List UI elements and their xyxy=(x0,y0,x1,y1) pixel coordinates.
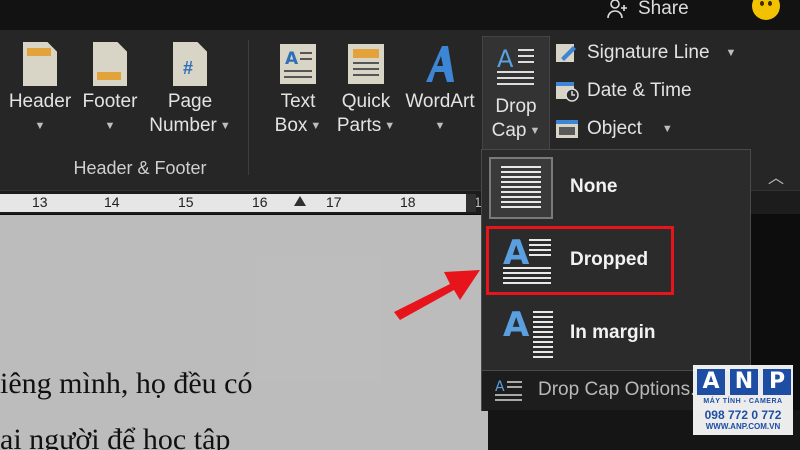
calendar-clock-icon xyxy=(556,82,579,102)
logo-letter-a: A xyxy=(697,369,725,395)
header-dropdown-icon: ▼ xyxy=(34,120,46,132)
drop-cap-options-button[interactable]: A Drop Cap Options... xyxy=(481,371,721,411)
footer-label: Footer xyxy=(82,91,138,112)
option-in-margin-label: In margin xyxy=(570,322,656,343)
svg-text:A: A xyxy=(285,49,299,69)
drop-cap-option-none[interactable]: None xyxy=(482,152,750,222)
signature-line-button[interactable]: Signature Line ▼ xyxy=(555,42,736,64)
document-text-line-2: ai người để học tập xyxy=(0,423,231,450)
object-icon xyxy=(556,120,578,138)
logo-letter-n: N xyxy=(730,369,758,395)
signature-line-label: Signature Line xyxy=(587,42,710,63)
header-button[interactable]: Header ▼ xyxy=(8,42,72,138)
signature-line-dropdown-icon: ▼ xyxy=(725,47,737,59)
wordart-label: WordArt xyxy=(405,91,475,112)
quick-parts-icon xyxy=(348,44,384,84)
signature-pen-icon xyxy=(556,44,576,62)
text-box-dropdown-icon: ▼ xyxy=(310,120,322,132)
ruler-tick-18: 18 xyxy=(400,194,416,210)
share-label: Share xyxy=(638,0,689,19)
none-preview-icon xyxy=(489,157,553,219)
right-margin-marker[interactable] xyxy=(466,194,476,212)
text-box-icon: A xyxy=(280,44,316,84)
wordart-icon xyxy=(426,46,454,82)
header-label: Header xyxy=(8,91,72,112)
drop-cap-option-in-margin[interactable]: A In margin xyxy=(482,298,750,368)
ruler-tick-13: 13 xyxy=(32,194,48,210)
ruler-tick-16: 16 xyxy=(252,194,268,210)
document-page[interactable]: iêng mình, họ đều có ai người để học tập xyxy=(0,215,488,450)
quick-parts-label-1: Quick xyxy=(341,91,391,112)
text-box-label-1: Text xyxy=(280,91,316,112)
page-number-label-2: Number xyxy=(149,115,217,137)
page-number-dropdown-icon: ▼ xyxy=(219,120,231,132)
text-box-button[interactable]: A Text Box ▼ xyxy=(266,42,330,138)
svg-text:A: A xyxy=(495,379,505,395)
title-bar: Share xyxy=(0,0,800,30)
person-add-icon xyxy=(607,0,627,19)
page-number-icon: # xyxy=(173,42,207,86)
drop-cap-options-label: Drop Cap Options... xyxy=(538,379,706,400)
object-button[interactable]: Object ▼ xyxy=(555,118,673,140)
footer-button[interactable]: Footer ▼ xyxy=(78,42,142,138)
drop-cap-label-1: Drop xyxy=(495,96,537,117)
drop-cap-options-icon: A xyxy=(495,379,522,401)
header-footer-group-label: Header & Footer xyxy=(73,158,207,178)
object-dropdown-icon: ▼ xyxy=(661,123,673,135)
text-box-label-2: Box xyxy=(274,115,308,137)
wordart-dropdown-icon: ▼ xyxy=(434,120,446,132)
date-time-label: Date & Time xyxy=(587,80,692,101)
feedback-smiley-icon[interactable] xyxy=(752,0,780,20)
drop-cap-label-2: Cap xyxy=(491,120,527,142)
logo-tagline: MÁY TÍNH - CAMERA xyxy=(703,398,783,405)
page-number-button[interactable]: # Page Number ▼ xyxy=(144,42,236,138)
svg-text:A: A xyxy=(497,45,514,73)
ruler-tick-17: 17 xyxy=(326,194,342,210)
quick-parts-dropdown-icon: ▼ xyxy=(384,120,396,132)
footer-page-icon xyxy=(93,42,127,86)
document-text-line-1: iêng mình, họ đều có xyxy=(0,367,253,400)
logo-letter-p: P xyxy=(763,369,791,395)
object-label: Object xyxy=(587,118,642,139)
ruler-tick-14: 14 xyxy=(104,194,120,210)
dropped-highlight-box xyxy=(486,226,674,295)
option-none-label: None xyxy=(570,176,618,197)
drop-cap-icon: A xyxy=(497,45,534,85)
ribbon-divider xyxy=(248,40,249,175)
logo-website: WWW.ANP.COM.VN xyxy=(705,422,781,431)
page-number-label-1: Page xyxy=(167,91,213,112)
footer-dropdown-icon: ▼ xyxy=(104,120,116,132)
share-button[interactable]: Share xyxy=(606,0,689,24)
wordart-button[interactable]: WordArt ▼ xyxy=(400,42,480,138)
anp-logo-letters: A N P xyxy=(697,369,791,395)
quick-parts-button[interactable]: Quick Parts ▼ xyxy=(334,42,398,138)
logo-phone: 098 772 0 772 xyxy=(704,408,782,422)
date-time-button[interactable]: Date & Time xyxy=(555,80,692,102)
header-page-icon xyxy=(23,42,57,86)
ruler-tick-15: 15 xyxy=(178,194,194,210)
drop-cap-button[interactable]: A Drop Cap ▼ xyxy=(482,36,550,156)
indent-marker[interactable] xyxy=(294,196,306,206)
in-margin-preview-icon: A xyxy=(489,303,553,365)
anp-logo: A N P MÁY TÍNH - CAMERA 098 772 0 772 WW… xyxy=(693,365,793,435)
red-pointer-arrow-icon xyxy=(394,270,480,320)
collapse-ribbon-chevron-icon[interactable]: ︿ xyxy=(768,164,784,188)
quick-parts-label-2: Parts xyxy=(336,115,382,137)
drop-cap-dropdown-icon: ▼ xyxy=(529,125,541,137)
